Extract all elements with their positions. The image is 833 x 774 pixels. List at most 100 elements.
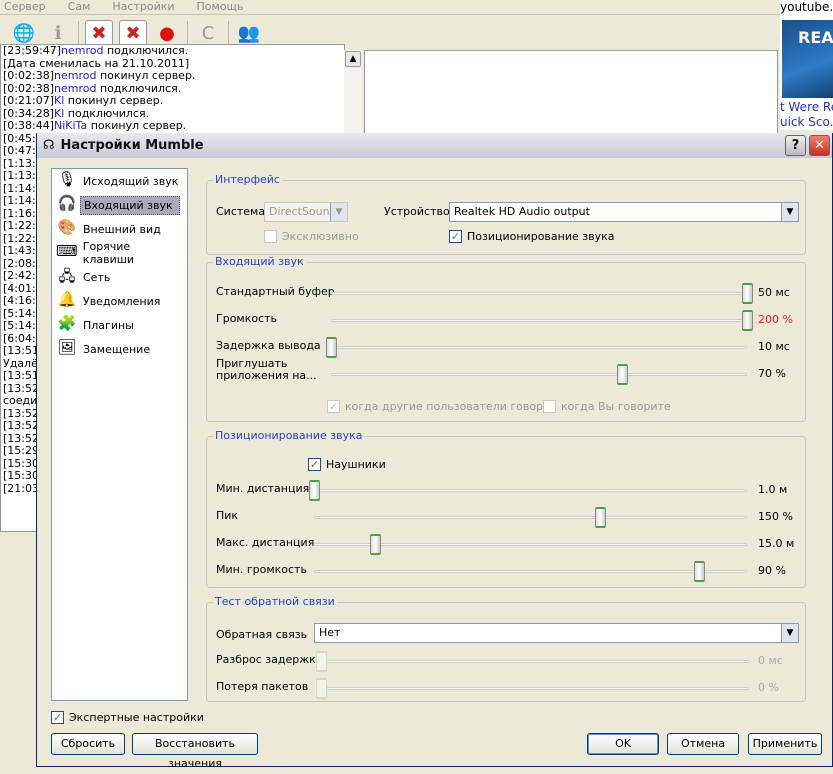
slider-handle[interactable] [369, 534, 381, 555]
incoming-audio-group: Входящий звук ✓ когда другие пользователи… [206, 255, 806, 422]
slider[interactable] [314, 534, 747, 555]
system-value: DirectSound [269, 205, 337, 218]
settings-category-list: 🎙 Исходящий звук 🎧 Входящий звук 🎨 Внешний ви… [51, 168, 188, 701]
user-link[interactable]: nemrod [54, 69, 96, 82]
slider-track[interactable] [321, 660, 749, 663]
slider-track[interactable] [331, 319, 747, 322]
log-time: [21:03 [3, 481, 39, 495]
device-select[interactable]: Realtek HD Audio output ▼ [449, 202, 799, 222]
slider-handle[interactable] [326, 337, 337, 358]
sidebar-item[interactable]: 🖧 Сеть [52, 265, 187, 289]
slider-value: 150 % [758, 510, 793, 523]
slider-handle[interactable] [694, 561, 706, 582]
slider-handle[interactable] [742, 310, 753, 331]
menu-item[interactable]: Настройки [112, 0, 174, 14]
log-text: [Дата сменилась на 21.10.2011] [3, 56, 190, 70]
slider-handle[interactable] [594, 507, 606, 528]
user-link[interactable]: Kl [54, 94, 64, 107]
slider-track[interactable] [314, 570, 747, 573]
slider-label: Приглушать приложения на... [216, 357, 317, 382]
slider[interactable] [326, 337, 747, 358]
menu-item[interactable]: Помощь [197, 0, 244, 14]
slider[interactable] [316, 651, 749, 672]
user-link[interactable]: nemrod [61, 45, 103, 57]
video-link[interactable]: t Were Re [780, 100, 833, 114]
slider-track[interactable] [331, 373, 747, 376]
network-icon: 🖧 [58, 267, 76, 285]
slider[interactable] [314, 561, 747, 582]
device-value: Realtek HD Audio output [454, 205, 590, 218]
video-thumbnail[interactable]: REA [782, 20, 833, 98]
slider[interactable] [331, 283, 753, 304]
slider-label: Задержка вывода [216, 339, 321, 352]
slider-handle[interactable] [309, 480, 320, 501]
you-talk-checkbox[interactable]: когда Вы говорите [543, 400, 671, 413]
group-title: Позиционирование звука [213, 429, 365, 442]
loopback-select[interactable]: Нет ▼ [314, 623, 799, 643]
expert-settings-checkbox[interactable]: ✓ Экспертные настройки [51, 711, 204, 724]
close-button[interactable]: ✕ [809, 135, 830, 156]
slider-track[interactable] [314, 516, 747, 519]
sidebar-item-label: Внешний вид [83, 222, 161, 236]
microphone-icon: 🎙 [57, 170, 77, 188]
system-select[interactable]: DirectSound ▼ [264, 202, 348, 222]
slider-track[interactable] [331, 346, 747, 349]
others-talk-checkbox[interactable]: ✓ когда другие пользователи говорят [327, 400, 556, 413]
ok-button[interactable]: OK [587, 733, 659, 755]
headphones-checkbox[interactable]: ✓ Наушники [308, 458, 386, 471]
log-time: [23:59:47] [3, 44, 61, 57]
slider[interactable] [309, 480, 747, 501]
log-text: подключился. [96, 81, 182, 95]
group-title: Входящий звук [213, 255, 306, 268]
slider[interactable] [314, 507, 747, 528]
checkbox-box [264, 230, 277, 243]
browser-sidebar: youtube.c REA t Were Re uick Sco... [780, 0, 833, 130]
sidebar-item-label: Исходящий звук [83, 174, 179, 188]
sidebar-item[interactable]: 🎧 Входящий звук [52, 193, 187, 217]
positional-label: Позиционирование звука [467, 230, 615, 243]
user-link[interactable]: Kl [54, 107, 64, 120]
sidebar-item[interactable]: 🧩 Плагины [52, 313, 187, 337]
help-button[interactable]: ? [785, 135, 806, 156]
slider[interactable] [316, 678, 749, 699]
positional-audio-group: Позиционирование звука ✓ Наушники Мин. ди… [206, 429, 806, 588]
slider-label: Пик [216, 509, 239, 522]
slider[interactable] [331, 310, 753, 331]
sidebar-item[interactable]: 🔔 Уведомления [52, 289, 187, 313]
slider-label: Громкость [216, 312, 278, 325]
scroll-up-arrow-icon[interactable]: ▲ [345, 51, 361, 67]
slider[interactable] [331, 364, 747, 385]
log-time: [15:30 [3, 469, 39, 482]
sidebar-item[interactable]: 🖼 Замещение [52, 337, 187, 361]
slider-track[interactable] [331, 292, 747, 295]
video-link-2[interactable]: uick Sco... [780, 115, 833, 129]
expert-label: Экспертные настройки [69, 711, 204, 724]
user-link[interactable]: NiKiTa [54, 119, 87, 132]
apply-button[interactable]: Применить [748, 733, 822, 755]
exclusive-label: Эксклюзивно [282, 230, 359, 243]
restore-defaults-button[interactable]: Восстановить значения [132, 733, 258, 770]
user-link[interactable]: nemrod [54, 82, 96, 95]
loopback-test-group: Тест обратной связи Обратная связь Нет ▼ … [206, 595, 806, 702]
slider-track[interactable] [321, 687, 749, 690]
sidebar-item[interactable]: 🎙 Исходящий звук [52, 169, 187, 193]
site-label: youtube.c [780, 0, 833, 14]
slider-track[interactable] [314, 489, 747, 492]
menu-item[interactable]: Сам [68, 0, 91, 14]
slider-label: Потеря пакетов [216, 680, 309, 693]
slider-handle[interactable] [742, 283, 753, 304]
reset-button[interactable]: Сбросить [51, 733, 125, 755]
log-text: подключился. [64, 106, 150, 120]
positional-audio-checkbox[interactable]: ✓ Позиционирование звука [449, 230, 614, 243]
cancel-button[interactable]: Отмена [667, 733, 739, 755]
slider-handle[interactable] [316, 651, 327, 672]
slider-label: Мин. громкость [216, 563, 307, 576]
slider-handle[interactable] [617, 364, 629, 385]
slider-handle[interactable] [316, 678, 327, 699]
title-bar[interactable]: ☊ Настройки Mumble ? ✕ [37, 133, 832, 158]
exclusive-checkbox[interactable]: Эксклюзивно [264, 230, 359, 243]
menu-item[interactable]: Сервер [4, 0, 46, 14]
log-time: [13:51 [3, 344, 39, 357]
others-talk-label: когда другие пользователи говорят [345, 400, 557, 413]
sidebar-item[interactable]: ⌨ Горячие клавиши [52, 240, 187, 266]
